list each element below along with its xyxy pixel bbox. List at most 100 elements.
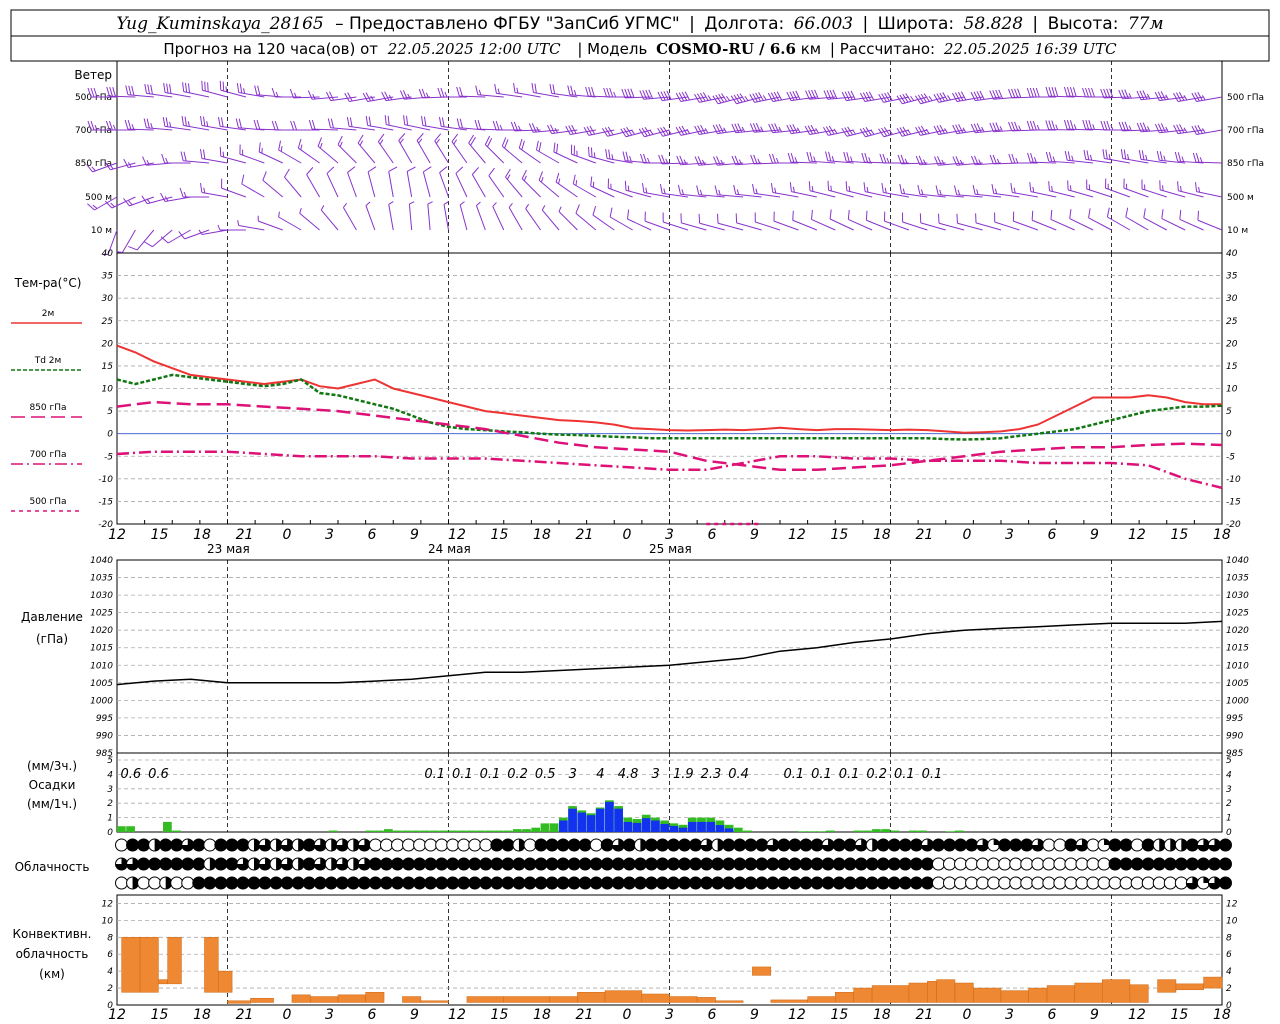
- wind-barb-feather: [271, 120, 276, 131]
- wind-barb: [271, 87, 302, 98]
- wind-barb-half-feather: [222, 151, 225, 158]
- wind-barb-feather: [1032, 87, 1037, 98]
- wind-barb-shaft: [541, 209, 560, 231]
- wind-barb-feather: [1045, 151, 1050, 162]
- wind-barb: [320, 205, 339, 231]
- wind-barb-feather: [992, 154, 997, 164]
- wind-barb-feather: [236, 83, 240, 93]
- wind-barb-feather: [346, 116, 350, 127]
- cloud-symbol-fill: [170, 839, 183, 851]
- cloud-symbol-fill: [899, 877, 912, 889]
- cloud-symbol: [998, 876, 1012, 890]
- wind-barb-shaft: [451, 141, 468, 164]
- conv-ytick-left: 6: [107, 950, 113, 960]
- wind-barb-feather: [1192, 152, 1197, 163]
- wind-barb-shaft: [538, 179, 560, 198]
- cloud-symbol: [1119, 876, 1133, 890]
- wind-barb-feather: [1177, 181, 1179, 191]
- conv-xtick-label: 6: [368, 1007, 377, 1023]
- wind-barb: [937, 213, 965, 231]
- conv-unit: (км): [39, 967, 65, 981]
- wind-barb-half-feather: [541, 205, 546, 211]
- wind-barb: [443, 201, 449, 231]
- wind-barb-half-feather: [1051, 186, 1053, 192]
- wind-barb-feather: [384, 115, 387, 125]
- wind-barb-half-feather: [558, 206, 562, 212]
- precip-bar-rain: [807, 831, 817, 832]
- conv-bar: [420, 1000, 449, 1003]
- conv-bar: [715, 1000, 744, 1003]
- wind-barb-feather: [253, 119, 258, 130]
- cloud-symbol-fill: [369, 858, 382, 870]
- temp-xtick-label: 0: [622, 527, 631, 543]
- wind-barb-feather: [202, 149, 206, 160]
- wind-barb-half-feather: [418, 138, 423, 144]
- wind-barb-feather: [179, 187, 184, 198]
- cloud-symbol-fill: [722, 858, 735, 870]
- wind-barb-feather: [1026, 120, 1031, 131]
- cloud-symbol-fill: [380, 877, 393, 889]
- conv-xtick-label: 18: [873, 1007, 891, 1023]
- wind-barb-feather: [1010, 183, 1013, 193]
- wind-barb-feather: [1161, 209, 1164, 219]
- wind-barb-half-feather: [1069, 185, 1072, 191]
- wind-barb-half-feather: [663, 188, 666, 194]
- wind-barb-half-feather: [443, 201, 449, 205]
- wind-barb-feather: [169, 84, 172, 94]
- pressure-ytick-left: 1005: [90, 679, 113, 689]
- wind-barb-feather: [1054, 87, 1059, 97]
- wind-barb-feather: [588, 86, 592, 97]
- cloud-symbol-fill: [1020, 839, 1033, 851]
- cloud-symbol-fill: [711, 858, 724, 870]
- precip-total-label: 0.1: [811, 767, 832, 782]
- wind-barb-feather: [592, 205, 597, 216]
- wind-barb: [558, 206, 578, 231]
- wind-barb-feather: [254, 85, 258, 95]
- wind-barb-feather: [1174, 151, 1179, 162]
- wind-barb: [752, 183, 781, 198]
- cloud-symbol-fill: [733, 877, 746, 889]
- wind-barb-half-feather: [976, 189, 979, 195]
- wind-barb-shaft: [278, 149, 302, 164]
- wind-barb-feather: [398, 133, 406, 141]
- precip-bar-snow: [614, 808, 623, 832]
- wind-barb-shaft: [773, 220, 799, 231]
- wind-barb-half-feather: [1036, 124, 1040, 131]
- conv-xtick-label: 9: [410, 1007, 419, 1023]
- wind-barb: [572, 174, 597, 198]
- wind-barb-feather: [165, 117, 169, 127]
- conv-xtick-label: 15: [491, 1007, 509, 1023]
- cloud-symbol-fill: [336, 877, 349, 889]
- wind-barb-shaft: [525, 208, 541, 231]
- cloud-symbol-fill: [435, 858, 448, 870]
- cloud-symbol-fill: [844, 858, 857, 870]
- wind-barb-feather: [609, 87, 614, 98]
- wind-barb-feather: [603, 87, 608, 98]
- wind-barb: [575, 204, 597, 231]
- cloud-symbol-fill: [247, 877, 260, 889]
- temp-xtick-label: 18: [193, 527, 211, 543]
- wind-barb-feather: [882, 153, 887, 164]
- cloud-symbol: [1086, 857, 1100, 871]
- wind-barb-feather: [456, 86, 460, 97]
- pressure-ytick-right: 1005: [1226, 679, 1249, 689]
- precip-bar-rain: [365, 830, 375, 832]
- temp-xtick-label: 15: [1170, 527, 1188, 543]
- wind-barb-feather: [531, 83, 534, 93]
- wind-barb-half-feather: [850, 156, 853, 162]
- wind-barb-feather: [555, 172, 560, 183]
- cloud-symbol: [457, 838, 471, 852]
- wind-barb-feather: [166, 83, 169, 94]
- cloud-symbol-fill: [424, 877, 437, 889]
- wind-barb-feather: [768, 153, 773, 164]
- precip-bar-snow: [577, 812, 587, 832]
- cloud-symbol-fill: [236, 839, 249, 851]
- wind-barb-feather: [124, 119, 129, 130]
- wind-barb-feather: [1063, 86, 1068, 97]
- conv-bar: [1129, 984, 1149, 1003]
- wind-barb-shaft: [367, 171, 376, 198]
- cloud-symbol: [1042, 838, 1056, 852]
- wind-barb: [416, 133, 431, 164]
- cloud-symbol: [1064, 857, 1078, 871]
- wind-barb-feather: [792, 210, 794, 221]
